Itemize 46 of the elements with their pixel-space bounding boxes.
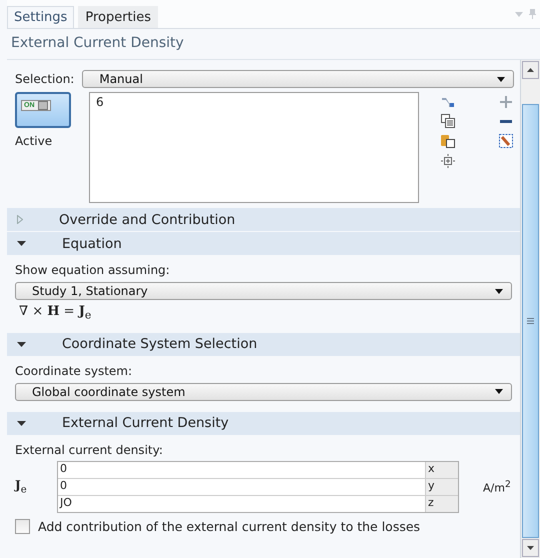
axis-label: y <box>426 478 458 495</box>
clear-selection-icon[interactable] <box>499 134 513 148</box>
scroll-up-icon[interactable] <box>522 61 539 79</box>
selection-list[interactable]: 6 <box>89 92 419 203</box>
caret-icon <box>495 389 503 394</box>
symbol-label: J$_{e}$ <box>15 478 28 496</box>
caret-icon <box>497 76 505 82</box>
grip-icon <box>527 318 534 324</box>
option-dropdown[interactable]: Global coordinate system <box>15 382 512 401</box>
equation-text: ∇ × H = J$_{e}$ <box>19 304 92 322</box>
paste-icon[interactable] <box>441 134 455 148</box>
copy-icon[interactable] <box>441 114 455 128</box>
section-header[interactable]: External Current Density <box>7 412 520 435</box>
value-field[interactable]: 0 <box>58 478 426 495</box>
expanded-arrow-icon <box>17 420 26 426</box>
field-label: Coordinate system: <box>15 364 132 378</box>
list-item[interactable]: 6 <box>96 95 412 109</box>
field-label: External current density: <box>15 442 163 457</box>
caret-icon <box>495 288 503 294</box>
field-label: Selection: <box>15 72 74 86</box>
checkbox-label: Add contribution of the external current density to the losses <box>38 518 420 534</box>
checkbox[interactable] <box>15 518 30 534</box>
section-header[interactable]: Override and Contribution <box>7 208 520 231</box>
section-header[interactable]: Coordinate System Selection <box>7 332 520 356</box>
panel-tab[interactable]: Settings <box>7 6 74 28</box>
axis-label: x <box>426 462 458 478</box>
value-field[interactable]: JO <box>58 496 426 512</box>
section-header[interactable]: Equation <box>7 232 520 255</box>
scroll-down-icon[interactable] <box>522 539 539 557</box>
selection-dropdown[interactable]: Manual <box>82 70 514 88</box>
expanded-arrow-icon <box>17 241 26 246</box>
scrollbar[interactable] <box>520 60 540 558</box>
unit-label: A/m$^{2}$ <box>483 478 511 494</box>
field-label: Show equation assuming: <box>15 263 170 277</box>
value-field[interactable]: 0 <box>58 462 426 478</box>
active-label: Active <box>15 134 54 148</box>
expanded-arrow-icon <box>17 342 26 347</box>
option-dropdown[interactable]: Study 1, Stationary <box>15 282 512 300</box>
panel-title: External Current Density <box>7 29 540 60</box>
collapsed-arrow-icon <box>17 215 23 224</box>
panel-tab[interactable]: Properties <box>78 6 158 28</box>
link-icon[interactable] <box>441 96 455 108</box>
remove-icon[interactable] <box>500 120 512 122</box>
axis-label: z <box>426 496 458 512</box>
zoom-to-selection-icon[interactable] <box>441 154 455 168</box>
scroll-thumb[interactable] <box>522 104 539 538</box>
